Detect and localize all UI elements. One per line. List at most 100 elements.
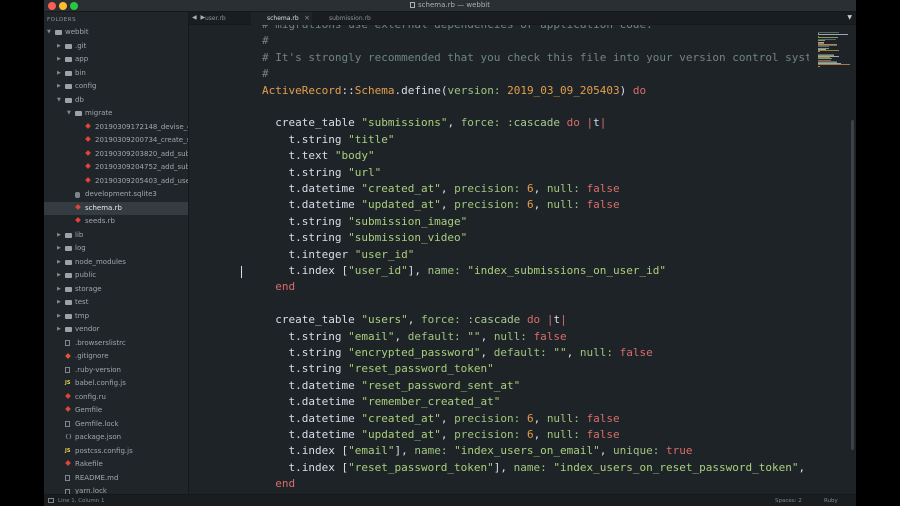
- tab-user-rb[interactable]: user.rb: [189, 12, 250, 25]
- javascript-file-icon: JS: [65, 380, 71, 386]
- chevron-down-icon[interactable]: ▼: [47, 26, 53, 40]
- sidebar-file[interactable]: .browserslistrc: [44, 337, 188, 351]
- sidebar-file[interactable]: 20190309204752_add_submiss: [44, 161, 188, 175]
- sidebar-item-label: 20190309200734_create_submi: [95, 136, 188, 144]
- tab-submission-rb[interactable]: submission.rb: [313, 12, 374, 25]
- minimap[interactable]: [816, 32, 850, 68]
- sidebar-folder[interactable]: ▼ migrate: [44, 107, 188, 121]
- code-token: ,: [480, 346, 494, 359]
- code-token: ],: [493, 460, 514, 474]
- folder-icon: [65, 57, 72, 62]
- sidebar-file[interactable]: yarn.lock: [44, 485, 188, 494]
- code-token: true: [666, 444, 693, 458]
- sidebar-file[interactable]: development.sqlite3: [44, 188, 188, 202]
- code-token: t.string: [262, 165, 349, 179]
- sidebar-folder[interactable]: ▶ bin: [44, 67, 188, 81]
- chevron-right-icon[interactable]: ▶: [57, 323, 63, 337]
- code-token: :cascade: [507, 116, 561, 130]
- sidebar-folder[interactable]: ▶ public: [44, 269, 188, 283]
- chevron-right-icon[interactable]: ▶: [57, 310, 63, 324]
- sidebar-folder[interactable]: ▶ config: [44, 80, 188, 94]
- panel-toggle-icon[interactable]: [48, 498, 54, 503]
- tab-dropdown-icon[interactable]: ▼: [847, 14, 852, 21]
- chevron-down-icon[interactable]: ▼: [67, 107, 73, 121]
- sidebar-file[interactable]: {} package.json: [44, 431, 188, 445]
- line-number: 31: [189, 378, 233, 394]
- sidebar-folder[interactable]: ▶ log: [44, 242, 188, 256]
- sidebar-file[interactable]: Gemfile.lock: [44, 418, 188, 432]
- code-token: ],: [394, 444, 415, 458]
- chevron-right-icon[interactable]: ▶: [57, 283, 63, 297]
- sidebar-file[interactable]: Rakefile: [44, 458, 188, 472]
- sidebar-folder[interactable]: ▶ vendor: [44, 323, 188, 337]
- sidebar-folder[interactable]: ▶ .git: [44, 40, 188, 54]
- code-token: "email": [348, 329, 395, 343]
- tab-schema-rb[interactable]: schema.rb ×: [251, 12, 312, 25]
- line-number: 17: [189, 148, 233, 164]
- chevron-right-icon[interactable]: ▶: [57, 269, 63, 283]
- status-syntax[interactable]: Ruby: [824, 498, 838, 504]
- sidebar-folder[interactable]: ▼ db: [44, 94, 188, 108]
- code-token: "remember_created_at": [361, 395, 501, 409]
- code-token: |: [560, 313, 567, 327]
- sidebar-file[interactable]: Gemfile: [44, 404, 188, 418]
- code-text: t.string "email", default: "", null: fal…: [262, 329, 566, 345]
- close-tab-icon[interactable]: ×: [304, 12, 310, 25]
- sidebar-file[interactable]: README.md: [44, 472, 188, 486]
- sidebar-file[interactable]: seeds.rb: [44, 215, 188, 229]
- line-number: 25: [189, 279, 233, 295]
- chevron-right-icon[interactable]: ▶: [57, 53, 63, 67]
- chevron-right-icon[interactable]: ▶: [57, 40, 63, 54]
- sidebar-folder[interactable]: ▶ tmp: [44, 310, 188, 324]
- sidebar-folder[interactable]: ▶ node_modules: [44, 256, 188, 270]
- code-token: t.datetime: [262, 428, 362, 441]
- code-token: false: [586, 198, 620, 212]
- sidebar-file[interactable]: JS postcss.config.js: [44, 445, 188, 459]
- line-number: 24: [189, 263, 233, 279]
- code-text: t.text "body": [262, 148, 375, 164]
- line-number: 34: [189, 427, 233, 443]
- minimap-line: [818, 50, 840, 51]
- chevron-right-icon[interactable]: ▶: [57, 296, 63, 310]
- code-editor[interactable]: 9 # migrations use external dependencies …: [189, 25, 809, 494]
- sidebar-folder[interactable]: ▶ lib: [44, 229, 188, 243]
- sidebar-file[interactable]: 20190309172148_devise_create: [44, 121, 188, 135]
- sidebar-folder[interactable]: ▶ storage: [44, 283, 188, 297]
- sidebar-file[interactable]: .ruby-version: [44, 364, 188, 378]
- chevron-right-icon[interactable]: ▶: [57, 80, 63, 94]
- ruby-file-icon: [85, 152, 92, 157]
- sidebar-file[interactable]: JS babel.config.js: [44, 377, 188, 391]
- code-token: "users": [361, 313, 408, 327]
- sidebar-folder[interactable]: ▼ webbit: [44, 26, 188, 40]
- sidebar-file[interactable]: schema.rb: [44, 201, 188, 215]
- sidebar-file[interactable]: .gitignore: [44, 350, 188, 364]
- status-indentation[interactable]: Spaces: 2: [775, 498, 802, 504]
- vertical-scrollbar[interactable]: [851, 120, 854, 450]
- chevron-right-icon[interactable]: ▶: [57, 242, 63, 256]
- chevron-right-icon[interactable]: ▶: [57, 256, 63, 270]
- folder-icon: [65, 273, 72, 278]
- code-token: "index_users_on_reset_password_token": [553, 460, 799, 474]
- chevron-right-icon[interactable]: ▶: [57, 229, 63, 243]
- sidebar-item-label: seeds.rb: [85, 217, 115, 225]
- code-token: t.string: [262, 346, 349, 359]
- line-number: 32: [189, 394, 233, 410]
- chevron-right-icon[interactable]: ▶: [57, 67, 63, 81]
- line-number: 27: [189, 312, 233, 328]
- code-token: "submissions": [361, 116, 448, 130]
- code-token: "": [467, 329, 481, 343]
- chevron-down-icon[interactable]: ▼: [57, 94, 63, 108]
- sidebar-folder[interactable]: ▶ test: [44, 296, 188, 310]
- sidebar-file[interactable]: config.ru: [44, 391, 188, 405]
- title-bar: schema.rb — webbit: [44, 0, 856, 12]
- code-token: default:: [493, 346, 547, 359]
- sidebar-folder[interactable]: ▶ app: [44, 53, 188, 67]
- code-token: "created_at": [361, 411, 441, 425]
- sidebar-file[interactable]: 20190309200734_create_submi: [44, 134, 188, 148]
- code-token: "body": [334, 149, 375, 163]
- sidebar-file[interactable]: 20190309205403_add_user_re: [44, 175, 188, 189]
- sidebar-file[interactable]: 20190309203820_add_submiss: [44, 148, 188, 162]
